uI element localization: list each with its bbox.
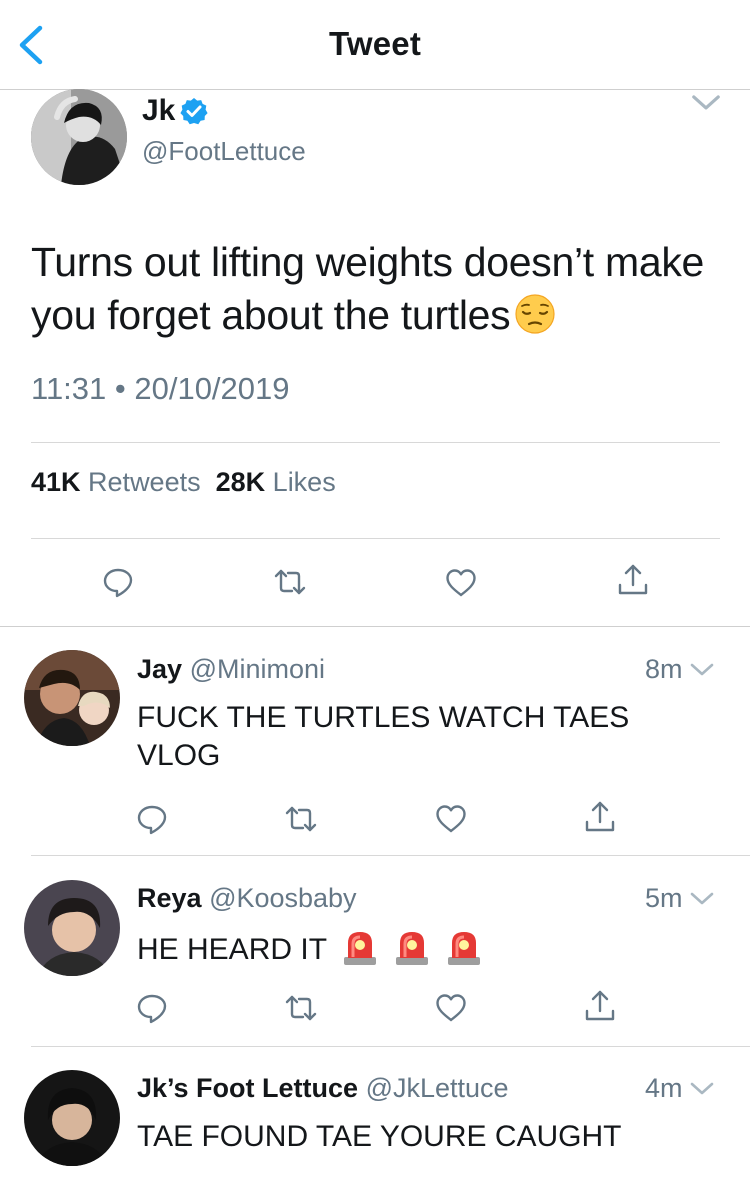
divider [31,1046,750,1047]
likes-label: Likes [272,467,336,497]
avatar[interactable] [24,1070,120,1166]
reply-author-name: Reya [137,883,202,913]
tweet-text-body: Turns out lifting weights doesn’t make y… [31,239,705,338]
divider [31,855,750,856]
author-name-text: Jk [142,94,176,127]
reply-time: 8m [645,654,715,685]
likes-count: 28K [215,467,266,497]
reply-time-text: 8m [645,654,683,684]
retweets-stat[interactable]: 41K Retweets [31,467,201,497]
reply-time-text: 4m [645,1073,683,1103]
divider [0,626,750,627]
reply-icon[interactable] [135,991,169,1025]
retweet-icon[interactable] [273,565,307,599]
likes-stat[interactable]: 28K Likes [216,467,336,497]
reply-time: 4m [645,1073,715,1104]
reply-time: 5m [645,883,715,914]
tweet-stats: 41K Retweets 28K Likes [31,467,336,498]
chevron-down-icon[interactable] [689,661,715,679]
retweet-icon[interactable] [284,802,318,836]
reply-icon[interactable] [135,802,169,836]
police-light-emoji [445,927,483,967]
avatar[interactable] [24,880,120,976]
reply-author-name: Jay [137,654,183,684]
share-icon[interactable] [583,989,617,1023]
retweets-count: 41K [31,467,81,497]
retweet-icon[interactable] [284,991,318,1025]
reply-author[interactable]: Reya @Koosbaby [137,883,357,914]
author-name[interactable]: Jk [142,94,209,128]
avatar[interactable] [24,650,120,746]
verified-badge-icon [179,96,209,126]
share-icon[interactable] [583,800,617,834]
reply-text-body: HE HEARD IT [137,933,328,966]
reply-author[interactable]: Jay @Minimoni [137,654,325,685]
reply-text: FUCK THE TURTLES WATCH TAES VLOG [137,701,630,772]
divider [31,538,720,539]
divider [31,442,720,443]
tweet-text: Turns out lifting weights doesn’t make y… [31,236,731,342]
retweets-label: Retweets [88,467,201,497]
share-icon[interactable] [616,563,650,597]
police-light-emoji [341,927,379,967]
reply-text: TAE FOUND TAE YOURE CAUGHT [137,1120,622,1153]
reply-author-handle: @Koosbaby [209,883,357,913]
author-handle[interactable]: @FootLettuce [142,136,306,167]
avatar[interactable] [31,89,127,185]
like-icon[interactable] [444,566,478,600]
like-icon[interactable] [434,802,468,836]
reply-time-text: 5m [645,883,683,913]
tweet-timestamp: 11:31 • 20/10/2019 [31,371,290,406]
reply-author-handle: @JkLettuce [365,1073,509,1103]
reply-text: HE HEARD IT [137,927,697,969]
pensive-face-emoji [514,293,556,335]
like-icon[interactable] [434,991,468,1025]
reply-author-handle: @Minimoni [189,654,326,684]
police-light-emoji [393,927,431,967]
chevron-down-icon[interactable] [690,92,722,114]
chevron-down-icon[interactable] [689,890,715,908]
page-title: Tweet [328,25,422,62]
chevron-down-icon[interactable] [689,1080,715,1098]
reply-author-name: Jk’s Foot Lettuce [137,1073,359,1103]
reply-icon[interactable] [101,565,135,599]
reply-author[interactable]: Jk’s Foot Lettuce @JkLettuce [137,1073,509,1104]
